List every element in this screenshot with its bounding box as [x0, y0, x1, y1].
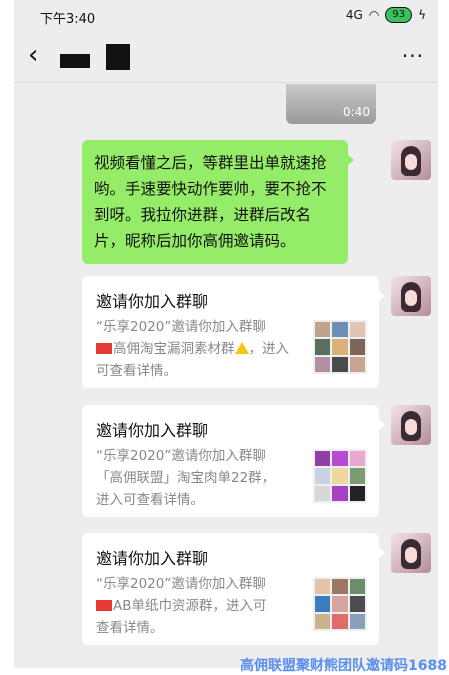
group-invite-card[interactable]: 邀请你加入群聊 “乐享2020”邀请你加入群聊 高佣淘宝漏洞素材群 ，进入可查看详…	[82, 276, 385, 388]
text-message[interactable]: 视频看懂之后，等群里出单就速抢哟。手速要快动作要帅，要不抢不到呀。我拉你进群，进…	[82, 140, 354, 264]
avatar[interactable]	[391, 533, 431, 573]
avatar[interactable]	[391, 276, 431, 316]
warning-icon	[234, 342, 249, 354]
charging-icon: ϟ	[418, 8, 426, 22]
group-avatar-grid	[313, 577, 367, 631]
avatar[interactable]	[391, 405, 431, 445]
chat-title-redacted	[60, 54, 90, 68]
avatar[interactable]	[391, 140, 431, 180]
group-invite-card[interactable]: 邀请你加入群聊 “乐享2020”邀请你加入群聊 AB单纸巾资源群，进入可 查看详…	[82, 533, 385, 645]
card-description: “乐享2020”邀请你加入群聊 「高佣联盟」淘宝肉单22群， 进入可查看详情。	[96, 448, 276, 508]
group-avatar-grid	[313, 449, 367, 503]
chat-title-redacted-2	[106, 44, 130, 70]
status-bar: 下午3:40 4G ◠ 93 ϟ	[14, 0, 438, 30]
video-message[interactable]: 0:40	[286, 84, 376, 124]
flag-icon	[96, 600, 112, 611]
status-time: 下午3:40	[40, 12, 96, 27]
status-icons: 4G ◠ 93 ϟ	[346, 7, 426, 23]
group-invite-card[interactable]: 邀请你加入群聊 “乐享2020”邀请你加入群聊 「高佣联盟」淘宝肉单22群， 进…	[82, 405, 385, 517]
wifi-icon: ◠	[368, 8, 380, 22]
signal-icon: 4G	[345, 8, 363, 22]
chat-header: ‹ ···	[14, 32, 438, 83]
card-title: 邀请你加入群聊	[96, 421, 209, 440]
card-description: “乐享2020”邀请你加入群聊 AB单纸巾资源群，进入可 查看详情。	[96, 576, 267, 636]
watermark: 高佣联盟聚财熊团队邀请码1688	[240, 658, 447, 674]
video-duration: 0:40	[343, 105, 370, 119]
flag-icon	[96, 343, 112, 354]
back-icon[interactable]: ‹	[28, 42, 38, 68]
card-description: “乐享2020”邀请你加入群聊 高佣淘宝漏洞素材群 ，进入可查看详情。	[96, 319, 289, 379]
card-title: 邀请你加入群聊	[96, 549, 209, 568]
battery-icon: 93	[385, 7, 413, 23]
group-avatar-grid	[313, 320, 367, 374]
chat-screen: 下午3:40 4G ◠ 93 ϟ ‹ ··· 0:40 视频看懂之后，等群里出单…	[14, 0, 438, 668]
more-icon[interactable]: ···	[402, 44, 424, 68]
card-title: 邀请你加入群聊	[96, 292, 209, 311]
